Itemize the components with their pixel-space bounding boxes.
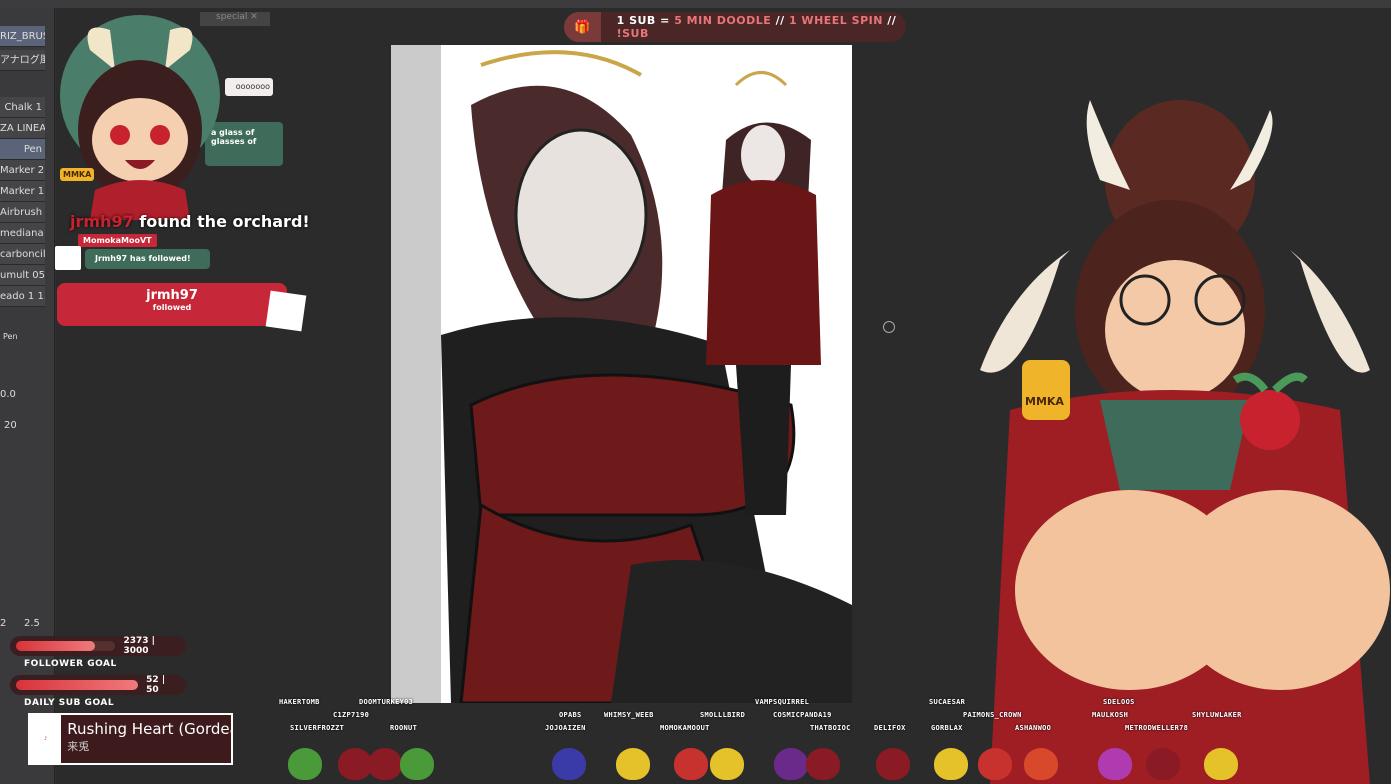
chatter-name: MAULKOSH: [1092, 711, 1129, 719]
chatter-sprite: [876, 748, 910, 780]
avatar: [265, 290, 307, 332]
brush-item[interactable]: mediana: [0, 223, 45, 244]
chatter-name: SDELOOS: [1103, 698, 1135, 706]
follower-goal: 2373 | 3000 FOLLOWER GOAL: [10, 636, 186, 669]
chatter-sprite: [674, 748, 708, 780]
close-icon[interactable]: ✕: [250, 12, 258, 22]
orchard-alert-text: jrmh97 found the orchard!: [70, 212, 310, 231]
chatter-sprite: [288, 748, 322, 780]
song-title: Rushing Heart (Gordea: [67, 720, 231, 738]
chatter-name: PAIMONS_CROWN: [963, 711, 1022, 719]
chatter-sprite: [1204, 748, 1238, 780]
chatter-sprite: [1024, 748, 1058, 780]
chatter-sprite: [1098, 748, 1132, 780]
canvas-gray-region: [391, 45, 441, 703]
chibi-avatar-alert: [60, 15, 220, 220]
chatter-sprite: [710, 748, 744, 780]
sub-goal-bar: [16, 680, 139, 690]
drawing-canvas[interactable]: [391, 45, 852, 703]
chatter-name: DOOMTURKEY03: [359, 698, 414, 706]
chatter-sprite: [978, 748, 1012, 780]
gift-icon: 🎁: [564, 12, 601, 42]
follow-alert-card: jrmh97 followed: [57, 283, 287, 326]
chatter-name: ASHANWOO: [1015, 724, 1052, 732]
chat-username: MomokaMooVT: [78, 234, 157, 247]
chatter-name: MOMOKAMOOUT: [660, 724, 710, 732]
banner-sep: //: [771, 14, 789, 27]
chatter-sprite: [774, 748, 808, 780]
chatter-name: WHIMSY_WEEB: [604, 711, 654, 719]
banner-reward-2: 1 WHEEL SPIN: [788, 14, 883, 27]
banner-prefix: 1 SUB =: [616, 14, 675, 27]
sub-goal: 52 | 50 DAILY SUB GOAL: [10, 675, 186, 708]
chatter-name: DELIFOX: [874, 724, 906, 732]
chatter-sprite: [1146, 748, 1180, 780]
brush-item[interactable]: eado 1 13: [0, 286, 45, 307]
alert-message: found the orchard!: [133, 212, 310, 231]
chatter-name: COSMICPANDA19: [773, 711, 832, 719]
chatter-name: C1ZP7190: [333, 711, 370, 719]
avatar-ear-tag: MMKA: [1025, 395, 1064, 408]
goal-label: DAILY SUB GOAL: [24, 698, 115, 708]
chatter-sprite: [934, 748, 968, 780]
chatter-sprite: [806, 748, 840, 780]
goal-value: 52 | 50: [146, 675, 166, 695]
app-toolbar: [0, 0, 1391, 8]
follower-goal-bar: [16, 641, 116, 651]
chatter-name: VAMPSQUIRREL: [755, 698, 810, 706]
brush-item[interactable]: Marker 1: [0, 181, 45, 202]
brush-item[interactable]: Airbrush: [0, 202, 45, 223]
chatter-name: METRODWELLER78: [1125, 724, 1189, 732]
brush-item[interactable]: Chalk 1: [0, 97, 45, 118]
size-preset[interactable]: 2: [0, 618, 6, 629]
chatter-name: GORBLAX: [931, 724, 963, 732]
chatter-name: JOJOAIZEN: [545, 724, 586, 732]
brush-item[interactable]: carboncillo: [0, 244, 45, 265]
chatter-name: SMOLLLBIRD: [700, 711, 746, 719]
chatter-sprite: [400, 748, 434, 780]
song-artist: 来兎: [67, 740, 90, 753]
brush-item[interactable]: RIZ_BRUS: [0, 26, 45, 47]
character-sketch: [441, 50, 852, 703]
size-preset[interactable]: 2.5: [24, 618, 40, 629]
album-art: ♪: [30, 715, 62, 763]
banner-sep: //: [882, 14, 897, 27]
brush-item[interactable]: アナログ風: [0, 50, 45, 71]
chatter-name: SHYLUWLAKER: [1192, 711, 1242, 719]
banner-reward-1: 5 MIN DOODLE: [674, 14, 772, 27]
goal-label: FOLLOWER GOAL: [24, 659, 117, 669]
brush-item[interactable]: Marker 2: [0, 160, 45, 181]
brush-item[interactable]: umult 05 1: [0, 265, 45, 286]
banner-command: !SUB: [616, 27, 649, 40]
chatter-sprite: [552, 748, 586, 780]
chatter-sprite: [616, 748, 650, 780]
follower-name: jrmh97: [146, 288, 198, 303]
chatter-name: SILVERFROZZT: [290, 724, 345, 732]
chatter-sprite: [338, 748, 372, 780]
chatter-name: SUCAESAR: [929, 698, 966, 706]
sub-goal-banner: 🎁 1 SUB = 5 MIN DOODLE // 1 WHEEL SPIN /…: [564, 12, 906, 42]
chatter-sprite: [368, 748, 402, 780]
brush-size-value[interactable]: 0.0: [0, 389, 16, 400]
chatter-name: ROONUT: [390, 724, 418, 732]
avatar: [55, 246, 81, 270]
cursor-icon: [883, 321, 895, 333]
follow-label: followed: [152, 303, 192, 312]
vtuber-avatar: [980, 100, 1390, 784]
chatter-name: OPABS: [559, 711, 582, 719]
mmka-tag-badge: MMKA: [60, 168, 95, 181]
opacity-value[interactable]: 20: [4, 420, 17, 431]
brush-item[interactable]: Pen: [0, 139, 45, 160]
brush-item[interactable]: ZA LINEA: [0, 118, 45, 139]
alert-username: jrmh97: [70, 212, 134, 231]
chatter-name: HAKERTOMB: [279, 698, 320, 706]
goal-value: 2373 | 3000: [123, 636, 155, 656]
tool-label: Pen: [3, 332, 18, 341]
chatter-name: THATBOIOC: [810, 724, 851, 732]
chat-message: Jrmh97 has followed!: [85, 249, 210, 269]
now-playing-widget: ♪ Rushing Heart (Gordea 来兎: [28, 713, 233, 765]
